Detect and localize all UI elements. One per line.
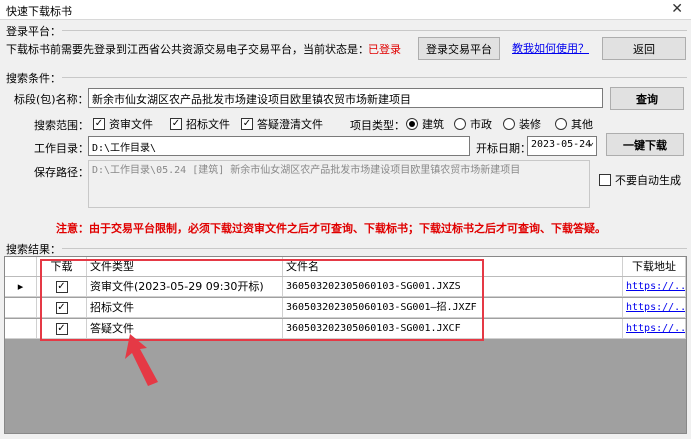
save-path-label: 保存路径：	[34, 166, 89, 179]
close-icon[interactable]: ✕	[671, 1, 683, 17]
project-type-building[interactable]: 建筑	[406, 116, 444, 132]
scope-option-label: 资审文件	[109, 118, 153, 131]
login-status: 已登录	[368, 43, 401, 56]
project-type-label-building: 建筑	[422, 118, 444, 131]
open-date-picker[interactable]: 2023-05-24 ⌄	[527, 136, 597, 156]
project-type-other[interactable]: 其他	[555, 116, 593, 132]
scope-option-tender[interactable]: ✓ 招标文件	[170, 116, 230, 132]
row-url-link[interactable]: https://...	[623, 277, 686, 296]
chevron-down-icon[interactable]: ⌄	[588, 137, 594, 148]
open-date-label: 开标日期：	[476, 142, 531, 155]
project-type-label: 项目类型：	[350, 119, 405, 132]
project-type-label-decoration: 装修	[519, 118, 541, 131]
warning-text: 注意：由于交易平台限制，必须下载过资审文件之后才可查询、下载标书；下载过标书之后…	[56, 222, 606, 235]
checkbox-icon[interactable]: ✓	[241, 118, 253, 130]
row-marker-icon: ▸	[5, 277, 37, 296]
search-group-label: 搜索条件：	[6, 72, 61, 85]
query-button[interactable]: 查询	[610, 87, 684, 110]
login-group-label: 登录平台：	[6, 25, 61, 38]
results-group-label: 搜索结果：	[6, 243, 61, 256]
checkbox-icon[interactable]	[599, 174, 611, 186]
title-bar: 快速下载标书 ✕	[0, 0, 691, 20]
row-indicator-header	[5, 257, 37, 276]
window-title: 快速下载标书	[6, 5, 72, 18]
annotation-highlight-box	[40, 259, 484, 341]
login-notice: 下载标书前需要先登录到江西省公共资源交易电子交易平台，当前状态是：	[6, 43, 369, 56]
back-button[interactable]: 返回	[602, 37, 686, 60]
project-type-decoration[interactable]: 装修	[503, 116, 541, 132]
project-type-municipal[interactable]: 市政	[454, 116, 492, 132]
scope-option-clarification[interactable]: ✓ 答疑澄清文件	[241, 116, 323, 132]
save-path-input[interactable]: D:\工作目录\05.24 [建筑] 新余市仙女湖区农产品批发市场建设项目欧里镇…	[88, 160, 590, 208]
no-auto-generate-option[interactable]: 不要自动生成	[599, 172, 681, 188]
login-group-divider	[62, 30, 687, 31]
checkbox-icon[interactable]: ✓	[93, 118, 105, 130]
workdir-label: 工作目录：	[34, 142, 89, 155]
row-url-link[interactable]: https://...	[623, 298, 686, 317]
search-group-divider	[62, 77, 687, 78]
no-auto-generate-label: 不要自动生成	[615, 174, 681, 187]
scope-label: 搜索范围：	[34, 119, 89, 132]
workdir-input[interactable]: D:\工作目录\	[88, 136, 470, 156]
project-type-label-municipal: 市政	[470, 118, 492, 131]
radio-selected-icon[interactable]	[406, 118, 418, 130]
section-name-input[interactable]: 新余市仙女湖区农产品批发市场建设项目欧里镇农贸市场新建项目	[88, 88, 603, 108]
radio-icon[interactable]	[454, 118, 466, 130]
row-indicator	[5, 319, 37, 338]
radio-icon[interactable]	[503, 118, 515, 130]
scope-option-label: 答疑澄清文件	[257, 118, 323, 131]
section-name-label: 标段(包)名称：	[14, 93, 89, 106]
checkbox-icon[interactable]: ✓	[170, 118, 182, 130]
open-date-value: 2023-05-24	[531, 139, 592, 150]
one-click-download-button[interactable]: 一键下载	[606, 133, 684, 156]
row-url-link[interactable]: https://...	[623, 319, 686, 338]
radio-icon[interactable]	[555, 118, 567, 130]
scope-option-label: 招标文件	[186, 118, 230, 131]
row-indicator	[5, 298, 37, 317]
help-link[interactable]: 教我如何使用？	[512, 40, 589, 56]
login-platform-button[interactable]: 登录交易平台	[418, 37, 500, 60]
annotation-arrow-icon	[125, 334, 158, 386]
scope-option-qualification[interactable]: ✓ 资审文件	[93, 116, 153, 132]
column-header-url[interactable]: 下载地址	[623, 257, 686, 276]
results-group-divider	[62, 248, 687, 249]
project-type-label-other: 其他	[571, 118, 593, 131]
